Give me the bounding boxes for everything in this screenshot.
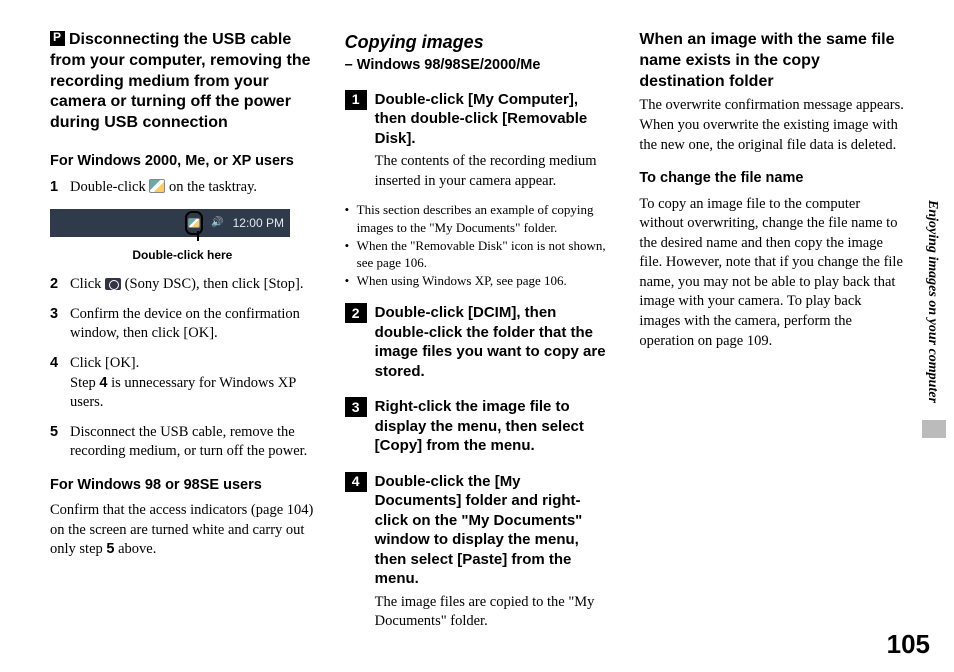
paragraph: To copy an image file to the computer wi… <box>639 195 904 352</box>
tray-unplug-icon <box>149 179 165 193</box>
tray-unplug-icon-small <box>188 218 200 228</box>
black-step-1: 1 Double-click [My Computer], then doubl… <box>345 90 610 192</box>
step-body: Confirm the device on the confirmation w… <box>70 305 315 344</box>
black-step-4: 4 Double-click the [My Documents] folder… <box>345 472 610 632</box>
black-step-3: 3 Right-click the image file to display … <box>345 397 610 456</box>
step-4: 4 Click [OK]. Step 4 is unnecessary for … <box>50 354 315 413</box>
step-body: Click [OK]. Step 4 is unnecessary for Wi… <box>70 354 315 413</box>
os-subheading-1: For Windows 2000, Me, or XP users <box>50 152 315 172</box>
section-heading: Disconnecting the USB cable from your co… <box>50 30 315 134</box>
step-square-icon: 4 <box>345 472 367 492</box>
section-subtitle: – Windows 98/98SE/2000/Me <box>345 56 610 76</box>
step-text: Double-click [My Computer], then double-… <box>375 90 610 192</box>
subheading: To change the file name <box>639 169 904 189</box>
note-item: This section describes an example of cop… <box>345 201 610 236</box>
column-3: When an image with the same file name ex… <box>639 30 904 648</box>
heading-text: Disconnecting the USB cable from your co… <box>50 31 310 131</box>
paragraph: Confirm that the access indicators (page… <box>50 501 315 560</box>
step-detail: The image files are copied to the "My Do… <box>375 593 610 632</box>
note-item: When the "Removable Disk" icon is not sh… <box>345 237 610 272</box>
step-body: Click (Sony DSC), then click [Stop]. <box>70 275 315 295</box>
step-2: 2 Click (Sony DSC), then click [Stop]. <box>50 275 315 295</box>
page-side-label: Enjoying images on your computer <box>924 200 940 403</box>
step-square-icon: 1 <box>345 90 367 110</box>
thumb-tab-icon <box>922 420 946 438</box>
page-number: 105 <box>887 629 930 660</box>
info-square-icon <box>50 31 65 46</box>
step-number: 2 <box>50 275 70 295</box>
step-text: Double-click the [My Documents] folder a… <box>375 472 610 632</box>
tasktray-screenshot: 🔊 12:00 PM <box>50 209 290 237</box>
section-heading: When an image with the same file name ex… <box>639 30 904 92</box>
step-body: Disconnect the USB cable, remove the rec… <box>70 423 315 462</box>
step-1: 1 Double-click on the tasktray. <box>50 178 315 198</box>
tray-clock: 12:00 PM <box>233 215 284 231</box>
camera-icon <box>105 278 121 290</box>
step-detail: The contents of the recording medium ins… <box>375 152 610 191</box>
section-title: Copying images <box>345 30 610 54</box>
step-body: Double-click on the tasktray. <box>70 178 315 198</box>
three-column-layout: Disconnecting the USB cable from your co… <box>50 30 904 648</box>
notes-list: This section describes an example of cop… <box>345 201 610 289</box>
tray-volume-icon: 🔊 <box>209 214 227 232</box>
step-number: 5 <box>50 423 70 462</box>
steps-list-1-cont: 2 Click (Sony DSC), then click [Stop]. 3… <box>50 275 315 462</box>
column-2: Copying images – Windows 98/98SE/2000/Me… <box>345 30 610 648</box>
step-number: 4 <box>50 354 70 413</box>
step-text: Double-click [DCIM], then double-click t… <box>375 303 610 381</box>
os-subheading-2: For Windows 98 or 98SE users <box>50 476 315 496</box>
step-text: Right-click the image file to display th… <box>375 397 610 456</box>
manual-page: Disconnecting the USB cable from your co… <box>0 0 954 672</box>
double-click-caption: Double-click here <box>50 247 315 263</box>
note-item: When using Windows XP, see page 106. <box>345 272 610 290</box>
column-1: Disconnecting the USB cable from your co… <box>50 30 315 648</box>
step-3: 3 Confirm the device on the confirmation… <box>50 305 315 344</box>
step-square-icon: 2 <box>345 303 367 323</box>
paragraph: The overwrite confirmation message appea… <box>639 96 904 155</box>
step-number: 3 <box>50 305 70 344</box>
highlight-circle-icon <box>185 211 203 235</box>
tray-slot <box>185 214 203 232</box>
step-square-icon: 3 <box>345 397 367 417</box>
black-step-2: 2 Double-click [DCIM], then double-click… <box>345 303 610 381</box>
steps-list-1: 1 Double-click on the tasktray. <box>50 178 315 198</box>
step-5: 5 Disconnect the USB cable, remove the r… <box>50 423 315 462</box>
step-number: 1 <box>50 178 70 198</box>
